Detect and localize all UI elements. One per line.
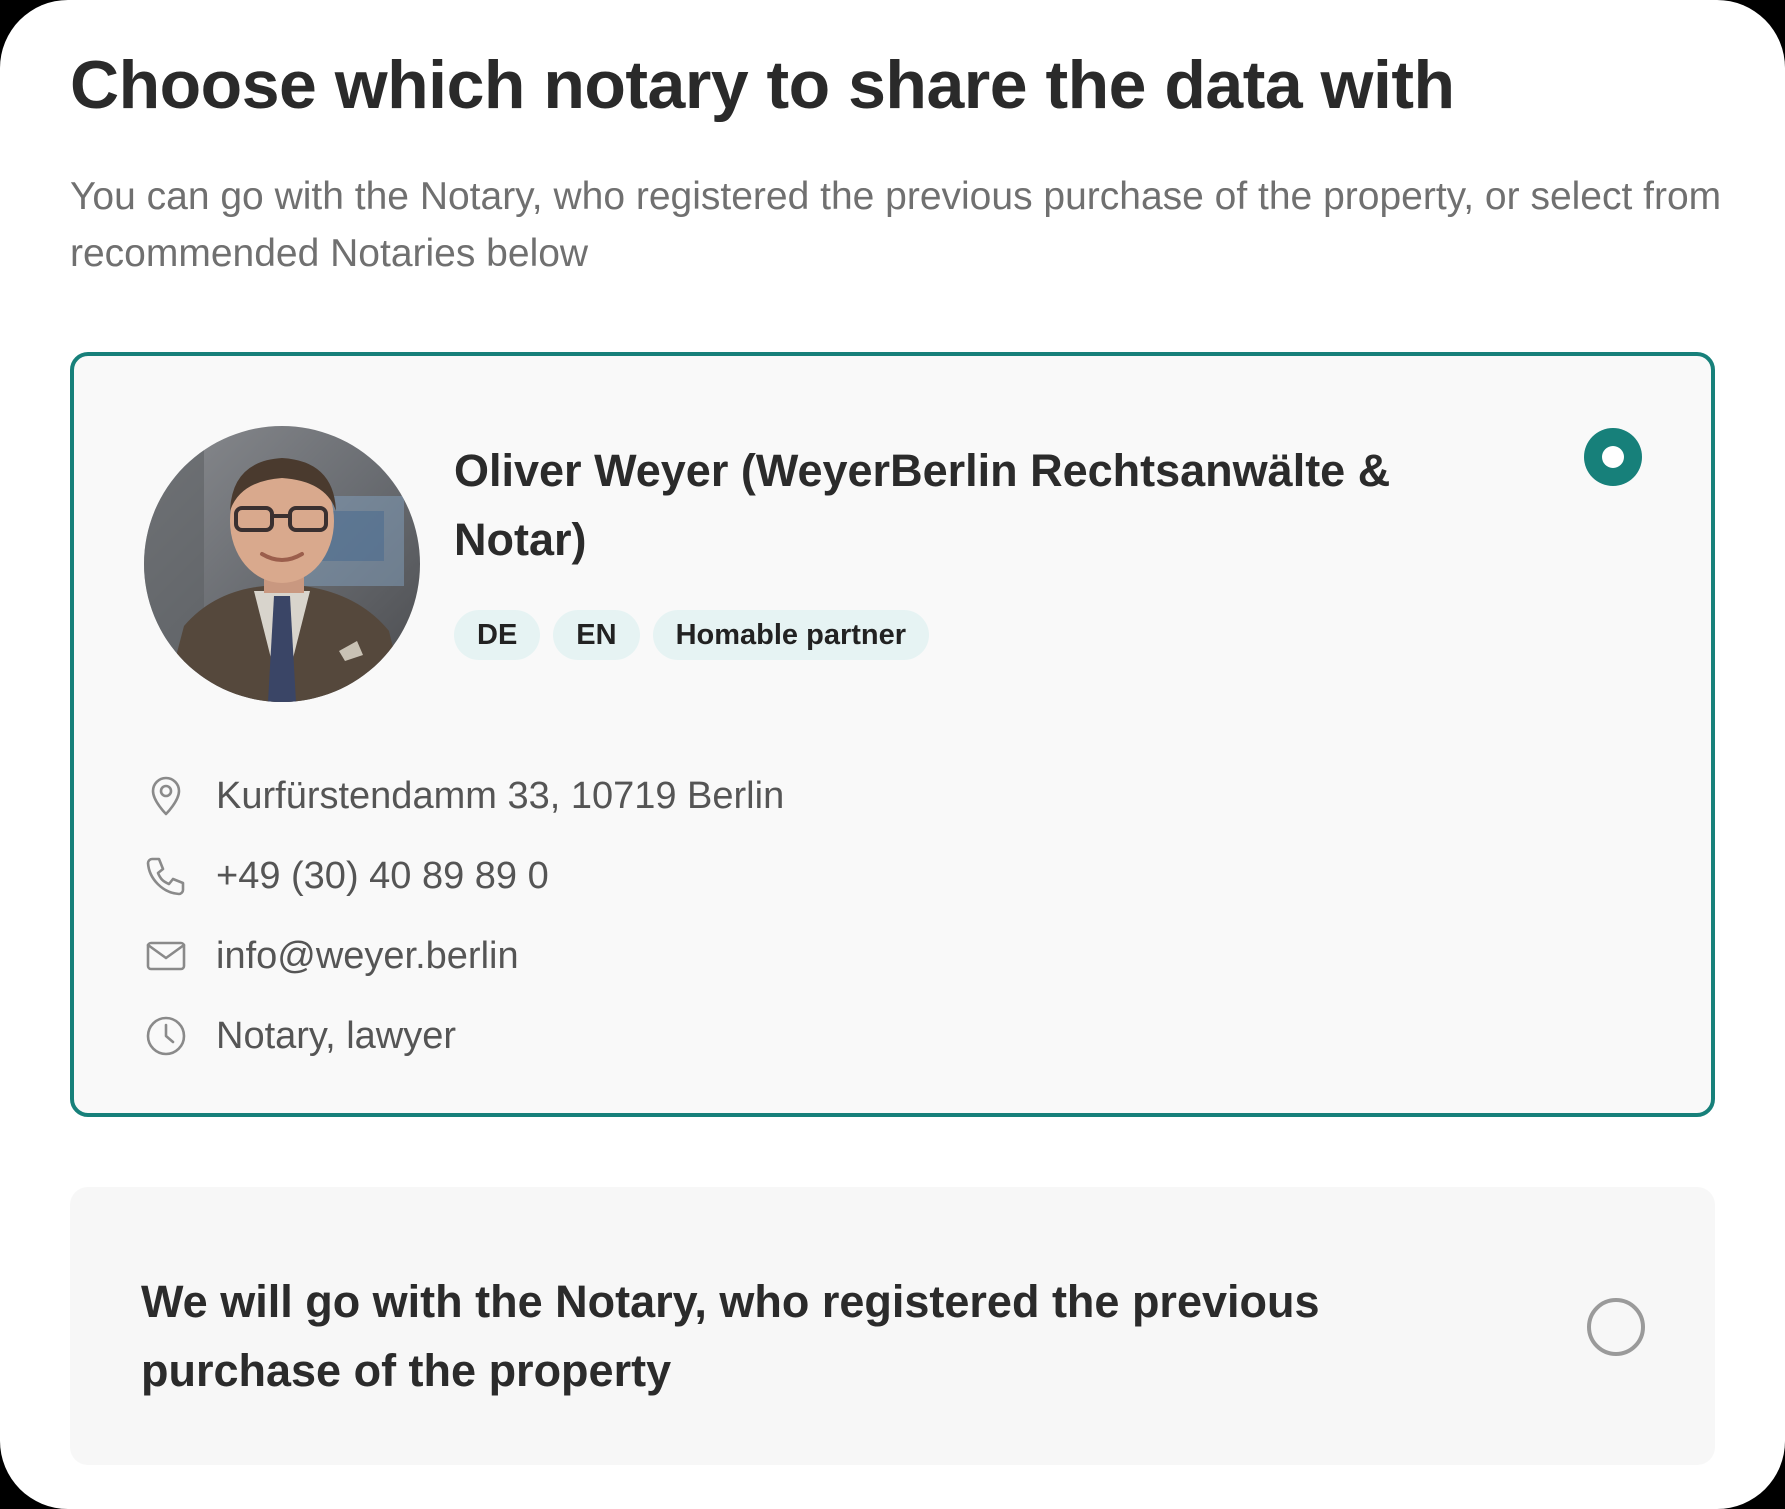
clock-icon [144, 1014, 188, 1058]
notary-phone[interactable]: +49 (30) 40 89 89 0 [216, 855, 549, 898]
notary-profession: Notary, lawyer [216, 1014, 457, 1057]
address-row: Kurfürstendamm 33, 10719 Berlin [144, 756, 784, 836]
badge-partner: Homable partner [652, 610, 930, 660]
badge-language-de: DE [454, 610, 541, 660]
mail-icon [144, 934, 188, 978]
notary-option-card-previous[interactable]: We will go with the Notary, who register… [70, 1187, 1715, 1465]
notary-radio-selected[interactable] [1584, 428, 1642, 486]
notary-badges: DE EN Homable partner [454, 610, 930, 660]
phone-row: +49 (30) 40 89 89 0 [144, 836, 784, 916]
location-pin-icon [144, 774, 188, 818]
phone-icon [144, 854, 188, 898]
profession-row: Notary, lawyer [144, 996, 784, 1076]
badge-language-en: EN [553, 610, 640, 660]
notary-address: Kurfürstendamm 33, 10719 Berlin [216, 774, 785, 817]
notary-details: Kurfürstendamm 33, 10719 Berlin +49 (30)… [144, 756, 784, 1076]
page-title: Choose which notary to share the data wi… [70, 47, 1455, 123]
previous-notary-radio[interactable] [1587, 1298, 1645, 1356]
page-subtitle: You can go with the Notary, who register… [70, 175, 1722, 275]
notary-option-card-selected[interactable]: Oliver Weyer (WeyerBerlin Rechtsanwälte … [70, 352, 1715, 1117]
notary-name: Oliver Weyer (WeyerBerlin Rechtsanwälte … [454, 445, 1391, 565]
notary-avatar [144, 426, 420, 702]
notary-selection-panel: Choose which notary to share the data wi… [0, 0, 1785, 1509]
previous-notary-label: We will go with the Notary, who register… [141, 1276, 1320, 1396]
notary-email[interactable]: info@weyer.berlin [216, 935, 519, 978]
email-row: info@weyer.berlin [144, 916, 784, 996]
